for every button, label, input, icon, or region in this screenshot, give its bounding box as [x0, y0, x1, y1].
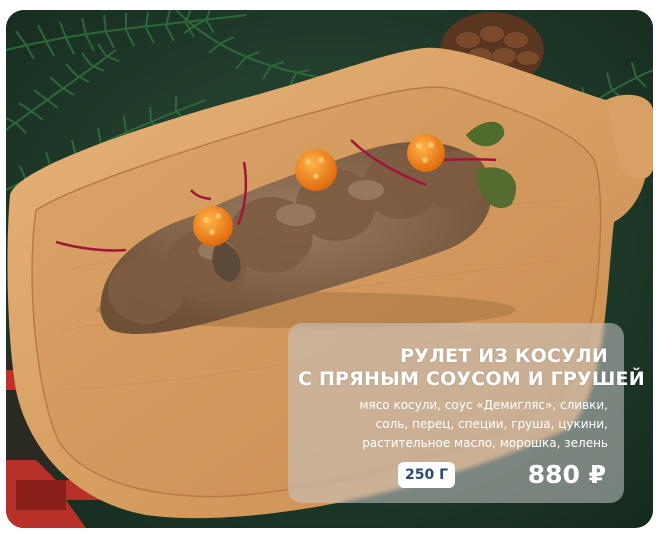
- price-label: 880 ₽: [527, 460, 606, 489]
- dish-title-line: РУЛЕТ ИЗ КОСУЛИ: [400, 345, 608, 367]
- dish-title: РУЛЕТ ИЗ КОСУЛИ С ПРЯНЫМ СОУСОМ И ГРУШЕЙ: [298, 345, 645, 391]
- weight-badge: 250 Г: [398, 462, 456, 488]
- menu-item-card[interactable]: РУЛЕТ ИЗ КОСУЛИ С ПРЯНЫМ СОУСОМ И ГРУШЕЙ…: [6, 10, 653, 528]
- ingredients-line: соль, перец, специи, груша, цукини,: [375, 417, 608, 431]
- dish-title-line: С ПРЯНЫМ СОУСОМ И ГРУШЕЙ: [298, 368, 645, 390]
- ingredients-line: растительное масло, морошка, зелень: [362, 436, 608, 450]
- ingredients-line: мясо косули, соус «Демигляс», сливки,: [359, 398, 608, 412]
- dish-ingredients: мясо косули, соус «Демигляс», сливки, со…: [298, 396, 608, 453]
- dish-info-panel: РУЛЕТ ИЗ КОСУЛИ С ПРЯНЫМ СОУСОМ И ГРУШЕЙ…: [288, 323, 645, 503]
